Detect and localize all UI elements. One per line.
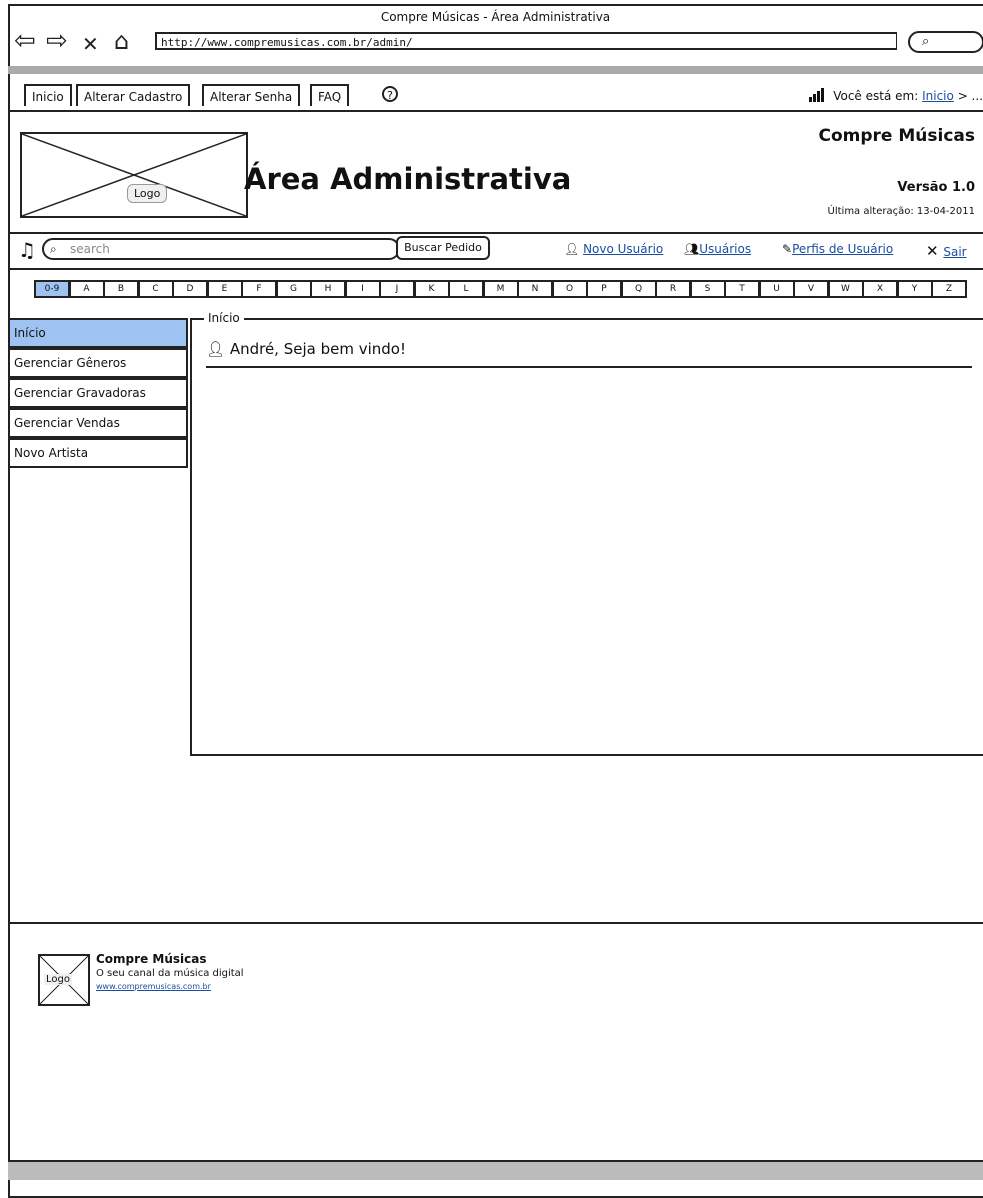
- version-label: Versão 1.0: [897, 180, 975, 195]
- alphabet-letter-h[interactable]: H: [310, 280, 346, 298]
- alphabet-letter-l[interactable]: L: [448, 280, 484, 298]
- search-placeholder: search: [70, 242, 110, 256]
- alphabet-letter-c[interactable]: C: [137, 280, 174, 298]
- browser-search-field[interactable]: ⌕: [908, 31, 983, 53]
- url-field[interactable]: http://www.compremusicas.com.br/admin/: [155, 32, 897, 50]
- alphabet-letter-g[interactable]: G: [275, 280, 312, 298]
- help-icon[interactable]: ?: [382, 86, 398, 102]
- page-title: Área Administrativa: [244, 162, 572, 196]
- alphabet-letter-n[interactable]: N: [517, 280, 553, 298]
- users-icon: 👥︎: [684, 242, 700, 256]
- page-header: Logo Área Administrativa Compre Músicas …: [8, 112, 983, 232]
- sidebar-item-gerenciar-gravadoras[interactable]: Gerenciar Gravadoras: [8, 378, 188, 408]
- alphabet-letter-d[interactable]: D: [172, 280, 208, 298]
- alphabet-letter-t[interactable]: T: [724, 280, 760, 298]
- top-tabs: Inicio Alterar Cadastro Alterar Senha FA…: [8, 84, 983, 110]
- status-bar: [8, 1160, 983, 1180]
- breadcrumb-suffix: > ...: [957, 89, 983, 103]
- search-icon: ⌕: [50, 242, 57, 256]
- user-icon: 👤︎: [206, 340, 230, 358]
- breadcrumb: Você está em: Inicio > ...: [809, 88, 983, 105]
- footer-site-link[interactable]: www.compremusicas.com.br: [96, 982, 211, 991]
- tab-alterar-cadastro[interactable]: Alterar Cadastro: [76, 84, 191, 106]
- alphabet-letter-a[interactable]: A: [68, 280, 105, 298]
- alphabet-letter-o[interactable]: O: [551, 280, 588, 298]
- alphabet-letter-k[interactable]: K: [413, 280, 450, 298]
- last-update-label: Última alteração: 13-04-2011: [827, 206, 975, 217]
- logo-label: Logo: [127, 184, 168, 203]
- tab-alterar-senha[interactable]: Alterar Senha: [202, 84, 301, 106]
- tab-faq[interactable]: FAQ: [310, 84, 350, 106]
- home-icon[interactable]: ⌂: [114, 28, 129, 54]
- perfis-usuario-link[interactable]: ✎Perfis de Usuário: [782, 242, 893, 256]
- buscar-pedido-button[interactable]: Buscar Pedido: [396, 236, 490, 260]
- toolbar-separator: [8, 66, 983, 74]
- brand-name: Compre Músicas: [818, 126, 975, 146]
- alphabet-letter-s[interactable]: S: [689, 280, 726, 298]
- close-icon: ✕: [926, 242, 944, 260]
- alphabet-letter-w[interactable]: W: [827, 280, 864, 298]
- alphabet-letter-u[interactable]: U: [758, 280, 795, 298]
- welcome-message: 👤︎ André, Seja bem vindo!: [206, 340, 406, 358]
- alphabet-letter-0-9[interactable]: 0-9: [34, 280, 70, 298]
- alphabet-letter-q[interactable]: Q: [620, 280, 657, 298]
- welcome-divider: [206, 366, 972, 368]
- stop-icon[interactable]: ✕: [82, 31, 99, 57]
- alphabet-letter-j[interactable]: J: [379, 280, 415, 298]
- usuarios-link[interactable]: 👥︎Usuários: [684, 242, 751, 256]
- sidebar-item-início[interactable]: Início: [8, 318, 188, 348]
- sidebar-item-novo-artista[interactable]: Novo Artista: [8, 438, 188, 468]
- signal-icon: [809, 88, 825, 105]
- search-input[interactable]: ⌕ search: [42, 238, 400, 260]
- user-icon: 👤︎: [564, 242, 584, 256]
- back-icon[interactable]: ⇦: [14, 28, 36, 54]
- alphabet-letter-y[interactable]: Y: [896, 280, 933, 298]
- footer-brand: Compre Músicas: [96, 952, 207, 966]
- alphabet-filter: 0-9 A B C D E F G H I J K L M N O P Q R S T U V W X Y Z: [8, 280, 983, 300]
- sidebar-item-gerenciar-gêneros[interactable]: Gerenciar Gêneros: [8, 348, 188, 378]
- alphabet-letter-f[interactable]: F: [241, 280, 277, 298]
- alphabet-letter-x[interactable]: X: [862, 280, 898, 298]
- footer-tagline: O seu canal da música digital: [96, 968, 244, 979]
- fieldset-legend: Início: [204, 311, 244, 325]
- toolbar-divider: [8, 268, 983, 270]
- content-panel: Início 👤︎ André, Seja bem vindo!: [190, 311, 983, 756]
- alphabet-letter-z[interactable]: Z: [931, 280, 967, 298]
- forward-icon[interactable]: ⇨: [46, 28, 68, 54]
- footer-logo: Logo: [38, 954, 90, 1006]
- novo-usuario-link[interactable]: 👤︎ Novo Usuário: [564, 242, 663, 256]
- sair-link[interactable]: ✕ Sair: [926, 242, 967, 260]
- alphabet-letter-p[interactable]: P: [586, 280, 622, 298]
- page-footer: Logo Compre Músicas O seu canal da músic…: [8, 922, 983, 1162]
- logo-cross-icon: [22, 134, 246, 216]
- search-icon: ⌕: [922, 34, 930, 49]
- music-icon: ♫: [18, 238, 36, 262]
- sidebar-item-gerenciar-vendas[interactable]: Gerenciar Vendas: [8, 408, 188, 438]
- pencil-icon: ✎: [782, 242, 793, 256]
- action-toolbar: ♫ ⌕ search Buscar Pedido 👤︎ Novo Usuário…: [8, 232, 983, 268]
- alphabet-letter-i[interactable]: I: [344, 280, 381, 298]
- alphabet-letter-b[interactable]: B: [103, 280, 139, 298]
- footer-logo-label: Logo: [44, 974, 72, 985]
- alphabet-letter-e[interactable]: E: [206, 280, 243, 298]
- address-row: ⇦ ⇨ ✕ ⌂ http://www.compremusicas.com.br/…: [8, 28, 983, 66]
- fieldset-border: [192, 318, 983, 320]
- breadcrumb-prefix: Você está em:: [833, 89, 919, 103]
- alphabet-letter-v[interactable]: V: [793, 280, 829, 298]
- alphabet-letter-r[interactable]: R: [655, 280, 691, 298]
- alphabet-letter-m[interactable]: M: [482, 280, 519, 298]
- welcome-text: André, Seja bem vindo!: [229, 340, 406, 358]
- tab-inicio[interactable]: Inicio: [24, 84, 72, 106]
- breadcrumb-current-link[interactable]: Inicio: [922, 89, 954, 103]
- logo-placeholder: Logo: [20, 132, 248, 218]
